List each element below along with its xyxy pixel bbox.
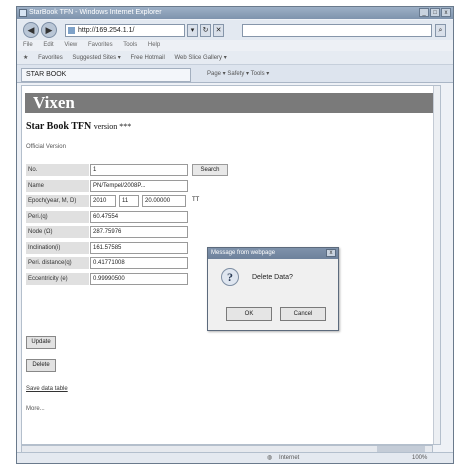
- input-name[interactable]: PN/Tempel/2008P...: [90, 179, 188, 192]
- vixen-banner: Vixen: [25, 93, 437, 113]
- save-data-link[interactable]: Save data table: [26, 386, 68, 392]
- menu-favorites[interactable]: Favorites: [88, 42, 113, 48]
- epoch-tt-label: TT: [190, 195, 202, 207]
- more-text: More...: [26, 406, 45, 412]
- search-input[interactable]: [242, 24, 432, 37]
- address-row: ◀ ▶ http://169.254.1.1/ ▾ ↻ ✕ ⌕: [17, 20, 453, 40]
- menu-tools[interactable]: Tools: [123, 42, 137, 48]
- update-button[interactable]: Update: [26, 336, 56, 349]
- page-title-version: version ***: [93, 122, 132, 131]
- menu-view[interactable]: View: [64, 42, 77, 48]
- fav-free-hotmail[interactable]: Free Hotmail: [130, 55, 164, 61]
- title-bar: StarBook TFN - Windows Internet Explorer…: [17, 7, 453, 19]
- dialog-close-button[interactable]: x: [326, 249, 336, 257]
- fav-web-slice[interactable]: Web Slice Gallery ▾: [174, 55, 226, 61]
- globe-icon: ◍: [267, 455, 273, 461]
- window-title: StarBook TFN - Windows Internet Explorer: [29, 9, 162, 16]
- label-inclination: Inclination(i): [26, 241, 89, 254]
- vertical-scrollbar[interactable]: [433, 86, 440, 444]
- star-icon: ★: [23, 55, 29, 61]
- cancel-button[interactable]: Cancel: [280, 307, 326, 321]
- search-button[interactable]: Search: [192, 164, 228, 176]
- dialog-title-bar: Message from webpage x: [208, 248, 338, 259]
- browser-icon: [19, 9, 27, 17]
- window-controls: _ □ x: [419, 8, 451, 17]
- stop-icon[interactable]: ✕: [213, 24, 224, 37]
- menu-file[interactable]: File: [23, 42, 33, 48]
- input-epoch-day[interactable]: 20.00000: [142, 195, 186, 207]
- label-name: Name: [26, 179, 89, 192]
- forward-button[interactable]: ▶: [41, 22, 57, 38]
- back-button[interactable]: ◀: [23, 22, 39, 38]
- delete-button[interactable]: Delete: [26, 359, 56, 372]
- dialog-title: Message from webpage: [211, 250, 276, 256]
- address-url: http://169.254.1.1/: [78, 27, 135, 34]
- minimize-button[interactable]: _: [419, 8, 429, 17]
- command-bar[interactable]: Page ▾ Safety ▾ Tools ▾: [207, 70, 269, 77]
- menu-help[interactable]: Help: [148, 42, 160, 48]
- label-peri: Peri.(q): [26, 210, 89, 223]
- maximize-button[interactable]: □: [430, 8, 440, 17]
- input-epoch-year[interactable]: 2010: [90, 195, 116, 207]
- official-version-text: Official Version: [26, 144, 66, 150]
- question-icon: ?: [221, 268, 239, 286]
- confirm-dialog: Message from webpage x ? Delete Data? OK…: [207, 247, 339, 331]
- label-eccentricity: Eccentricity (e): [26, 272, 89, 285]
- input-node[interactable]: 287.75976: [90, 226, 188, 238]
- address-dropdown-icon[interactable]: ▾: [187, 24, 198, 37]
- dialog-message: Delete Data?: [252, 274, 293, 281]
- browser-window: StarBook TFN - Windows Internet Explorer…: [16, 6, 454, 464]
- page-icon: [68, 27, 75, 34]
- input-peri-distance[interactable]: 0.41771008: [90, 257, 188, 269]
- menu-edit[interactable]: Edit: [43, 42, 53, 48]
- address-bar[interactable]: http://169.254.1.1/: [65, 24, 185, 37]
- label-peri-distance: Peri. distance(q): [26, 257, 89, 269]
- input-no[interactable]: 1: [90, 164, 188, 176]
- label-epoch: Epoch(year, M, D): [26, 195, 89, 207]
- tab-starbook[interactable]: STAR BOOK: [21, 68, 191, 82]
- status-bar: ◍ Internet 100%: [17, 452, 453, 463]
- ok-button[interactable]: OK: [226, 307, 272, 321]
- input-inclination[interactable]: 161.57585: [90, 241, 188, 254]
- zoom-level[interactable]: 100%: [412, 453, 427, 464]
- input-peri[interactable]: 60.47554: [90, 210, 188, 223]
- label-no: No.: [26, 164, 89, 176]
- input-eccentricity[interactable]: 0.99990500: [90, 272, 188, 285]
- page-title: Star Book TFN version ***: [26, 121, 131, 132]
- favorites-bar: ★ Favorites Suggested Sites ▾ Free Hotma…: [17, 51, 453, 65]
- input-epoch-month[interactable]: 11: [119, 195, 139, 207]
- page-title-text: Star Book TFN: [26, 121, 92, 132]
- tab-row: STAR BOOK Page ▾ Safety ▾ Tools ▾: [17, 65, 453, 83]
- fav-suggested-sites[interactable]: Suggested Sites ▾: [72, 55, 120, 61]
- menu-bar: File Edit View Favorites Tools Help: [17, 40, 453, 51]
- search-icon[interactable]: ⌕: [435, 24, 446, 37]
- label-node: Node (Ω): [26, 226, 89, 238]
- close-button[interactable]: x: [441, 8, 451, 17]
- refresh-icon[interactable]: ↻: [200, 24, 211, 37]
- status-zone: Internet: [279, 455, 300, 461]
- favorites-button[interactable]: Favorites: [38, 55, 63, 61]
